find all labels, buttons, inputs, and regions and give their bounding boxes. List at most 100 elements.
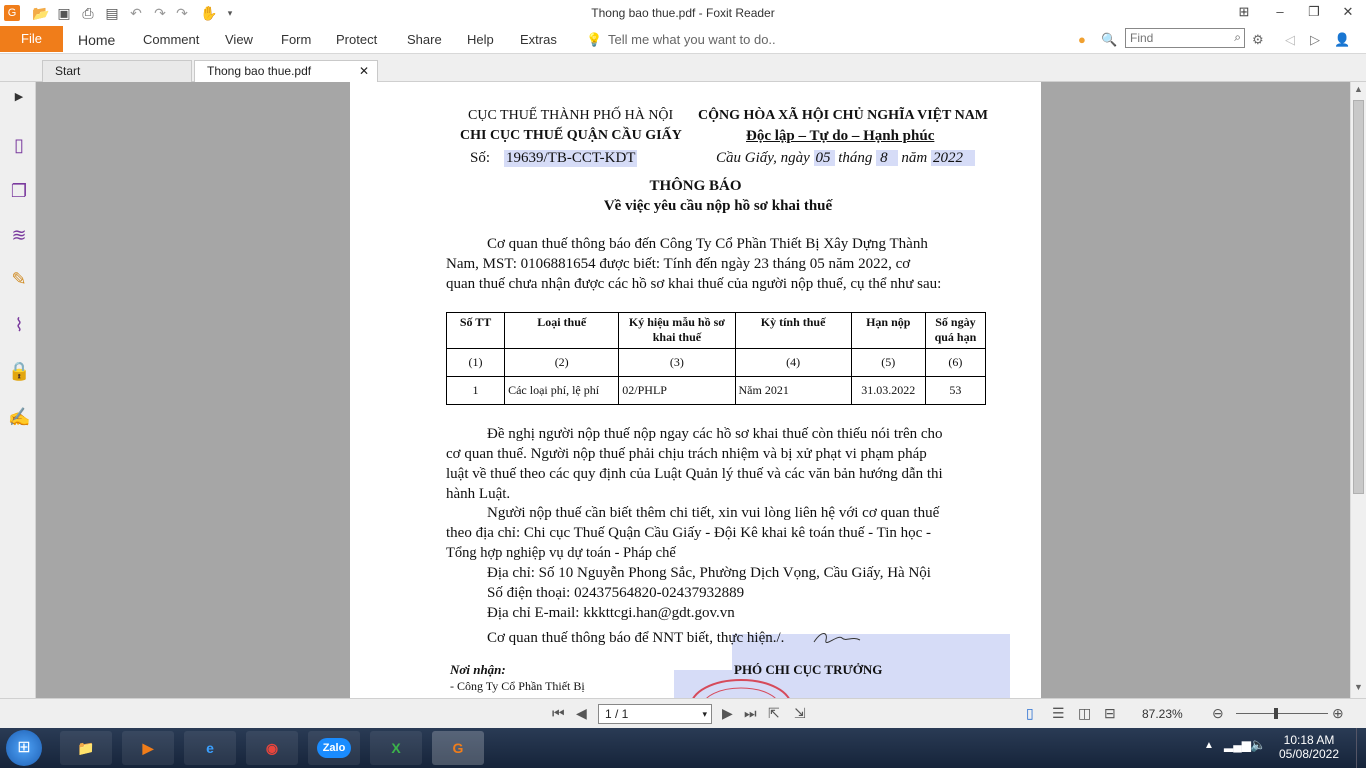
paragraph-2-line-2: cơ quan thuế. Người nộp thuế phải chịu t…: [446, 446, 927, 462]
tab-protect[interactable]: Protect: [336, 32, 377, 47]
scroll-thumb[interactable]: [1353, 100, 1364, 494]
zoom-level[interactable]: 87.23%: [1142, 707, 1183, 721]
agency-line-2: CHI CỤC THUẾ QUẬN CẦU GIẤY: [460, 128, 682, 143]
paragraph-3-line-3: Tổng hợp nghiệp vụ dự toán - Pháp chế: [446, 545, 676, 561]
tab-document[interactable]: Thong bao thue.pdf ✕: [194, 60, 378, 82]
find-field[interactable]: ⌕: [1125, 28, 1245, 48]
closing-line: Cơ quan thuế thông báo để NNT biết, thực…: [487, 630, 785, 646]
security-lock-icon[interactable]: 🔒: [8, 360, 30, 382]
attachment-icon[interactable]: ⌇: [8, 314, 30, 336]
start-button[interactable]: ⊞: [6, 730, 42, 766]
tab-form[interactable]: Form: [281, 32, 311, 47]
continuous-facing-icon[interactable]: ⊟: [1104, 705, 1116, 722]
tab-home[interactable]: Home: [78, 32, 115, 48]
ribbon: File Home Comment View Form Protect Shar…: [0, 26, 1366, 54]
lightbulb-icon: 💡: [586, 32, 603, 47]
previous-page-icon[interactable]: ◀: [576, 705, 587, 722]
notice-title: THÔNG BÁO: [649, 178, 742, 194]
zoom-in-icon[interactable]: ⊕: [1332, 705, 1344, 722]
bookmark-icon[interactable]: ▯: [8, 134, 30, 156]
tab-start[interactable]: Start: [42, 60, 192, 82]
table-cell: 53: [924, 376, 987, 405]
tab-extras[interactable]: Extras: [520, 32, 557, 47]
file-menu-button[interactable]: File: [0, 26, 63, 52]
page-number-value: 1 / 1: [605, 707, 629, 721]
paragraph-3-line-1: Người nộp thuế cần biết thêm chi tiết, x…: [487, 505, 940, 521]
media-player-icon[interactable]: ▶: [122, 731, 174, 765]
paragraph-3-line-2: theo địa chỉ: Chi cục Thuế Quận Cầu Giấy…: [446, 525, 932, 541]
like-icon[interactable]: ●: [1078, 32, 1086, 47]
show-desktop-button[interactable]: [1356, 728, 1366, 768]
file-explorer-icon[interactable]: 📁: [60, 731, 112, 765]
table-cell: (5): [850, 348, 926, 377]
signature-icon[interactable]: ✍: [8, 406, 30, 428]
contact-phone: Số điện thoại: 02437564820-02437932889: [487, 585, 745, 601]
facing-icon[interactable]: ◫: [1078, 705, 1091, 722]
chrome-icon[interactable]: ◉: [246, 731, 298, 765]
vertical-scrollbar[interactable]: ▲ ▼: [1350, 82, 1366, 698]
table-header-row: Số TT Loại thuế Ký hiệu mẫu hồ sơ khai t…: [445, 312, 987, 349]
page-number-field[interactable]: 1 / 1 ▾: [598, 704, 712, 724]
layout-icon[interactable]: ⊞: [1234, 4, 1254, 22]
close-tab-icon[interactable]: ✕: [359, 61, 369, 81]
minimize-button[interactable]: –: [1270, 4, 1290, 22]
pages-icon[interactable]: ❐: [8, 180, 30, 202]
comments-icon[interactable]: ✎: [8, 268, 30, 290]
zalo-label: Zalo: [316, 738, 352, 758]
table-header: Loại thuế: [504, 312, 620, 349]
national-motto: Độc lập – Tự do – Hạnh phúc: [746, 128, 935, 144]
gear-icon[interactable]: ⚙: [1252, 32, 1264, 48]
search-icon[interactable]: ⌕: [1234, 30, 1241, 45]
zalo-icon[interactable]: Zalo: [308, 731, 360, 765]
table-header: Số ngày quá hạn: [924, 312, 987, 349]
next-page-icon[interactable]: ▶: [722, 705, 733, 722]
agency-line-1: CỤC THUẾ THÀNH PHỐ HÀ NỘI: [468, 108, 674, 123]
forward-arrow-icon[interactable]: ▷: [1310, 32, 1320, 48]
contact-address: Địa chỉ: Số 10 Nguyễn Phong Sắc, Phường …: [487, 565, 931, 581]
zoom-slider-thumb[interactable]: [1274, 708, 1278, 719]
table-cell: (4): [734, 348, 852, 377]
table-cell: 02/PHLP: [618, 376, 736, 405]
date-year-label: năm: [901, 150, 928, 166]
title-bar: G 📂 ▣ ⎙ ▤ ↶ ↷ ↷ ✋ ▾ Thong bao thue.pdf -…: [0, 0, 1366, 26]
table-cell: Các loại phí, lệ phí: [504, 376, 620, 405]
layers-icon[interactable]: ≋: [8, 224, 30, 246]
scroll-down-icon[interactable]: ▼: [1354, 682, 1363, 692]
tax-table: Số TT Loại thuế Ký hiệu mẫu hồ sơ khai t…: [445, 312, 987, 405]
first-page-icon[interactable]: ⏮: [552, 705, 565, 722]
table-header: Ký hiệu mẫu hồ sơ khai thuế: [618, 312, 736, 349]
tell-me-box[interactable]: Tell me what you want to do..: [608, 32, 776, 47]
back-arrow-icon[interactable]: ◁: [1285, 32, 1295, 48]
expand-panel-icon[interactable]: ▶: [8, 86, 30, 108]
excel-icon[interactable]: X: [370, 731, 422, 765]
zoom-out-icon[interactable]: ⊖: [1212, 705, 1224, 722]
last-page-icon[interactable]: ⏭: [744, 705, 757, 722]
document-tabs: Start Thong bao thue.pdf ✕: [0, 54, 1366, 82]
find-input[interactable]: [1126, 29, 1222, 47]
user-icon[interactable]: 👤: [1334, 32, 1350, 48]
previous-view-icon[interactable]: ⇱: [768, 705, 780, 722]
show-hidden-icons-icon[interactable]: ▲: [1204, 740, 1214, 751]
table-index-row: (1) (2) (3) (4) (5) (6): [445, 348, 987, 377]
navigation-panel: ▶ ▯ ❐ ≋ ✎ ⌇ 🔒 ✍: [0, 82, 36, 698]
tab-comment[interactable]: Comment: [143, 32, 199, 47]
next-view-icon[interactable]: ⇲: [794, 705, 806, 722]
internet-explorer-icon[interactable]: e: [184, 731, 236, 765]
tab-help[interactable]: Help: [467, 32, 494, 47]
search-folder-icon[interactable]: 🔍: [1101, 32, 1117, 48]
scroll-up-icon[interactable]: ▲: [1354, 84, 1363, 94]
network-icon[interactable]: ▂▄▆: [1224, 738, 1251, 752]
single-page-icon[interactable]: ▯: [1026, 705, 1034, 722]
tab-share[interactable]: Share: [407, 32, 442, 47]
table-cell: (2): [504, 348, 620, 377]
paragraph-2-line-4: hành Luật.: [446, 486, 511, 502]
maximize-button[interactable]: ❐: [1304, 4, 1324, 22]
foxit-reader-taskbar-icon[interactable]: G: [432, 731, 484, 765]
clock[interactable]: 10:18 AM 05/08/2022: [1276, 733, 1342, 761]
continuous-icon[interactable]: ☰: [1052, 705, 1065, 722]
tab-view[interactable]: View: [225, 32, 253, 47]
page-dropdown-icon[interactable]: ▾: [702, 705, 707, 723]
zoom-slider-track[interactable]: [1236, 713, 1328, 714]
close-button[interactable]: ✕: [1338, 4, 1358, 22]
volume-icon[interactable]: 🔈: [1250, 737, 1266, 753]
